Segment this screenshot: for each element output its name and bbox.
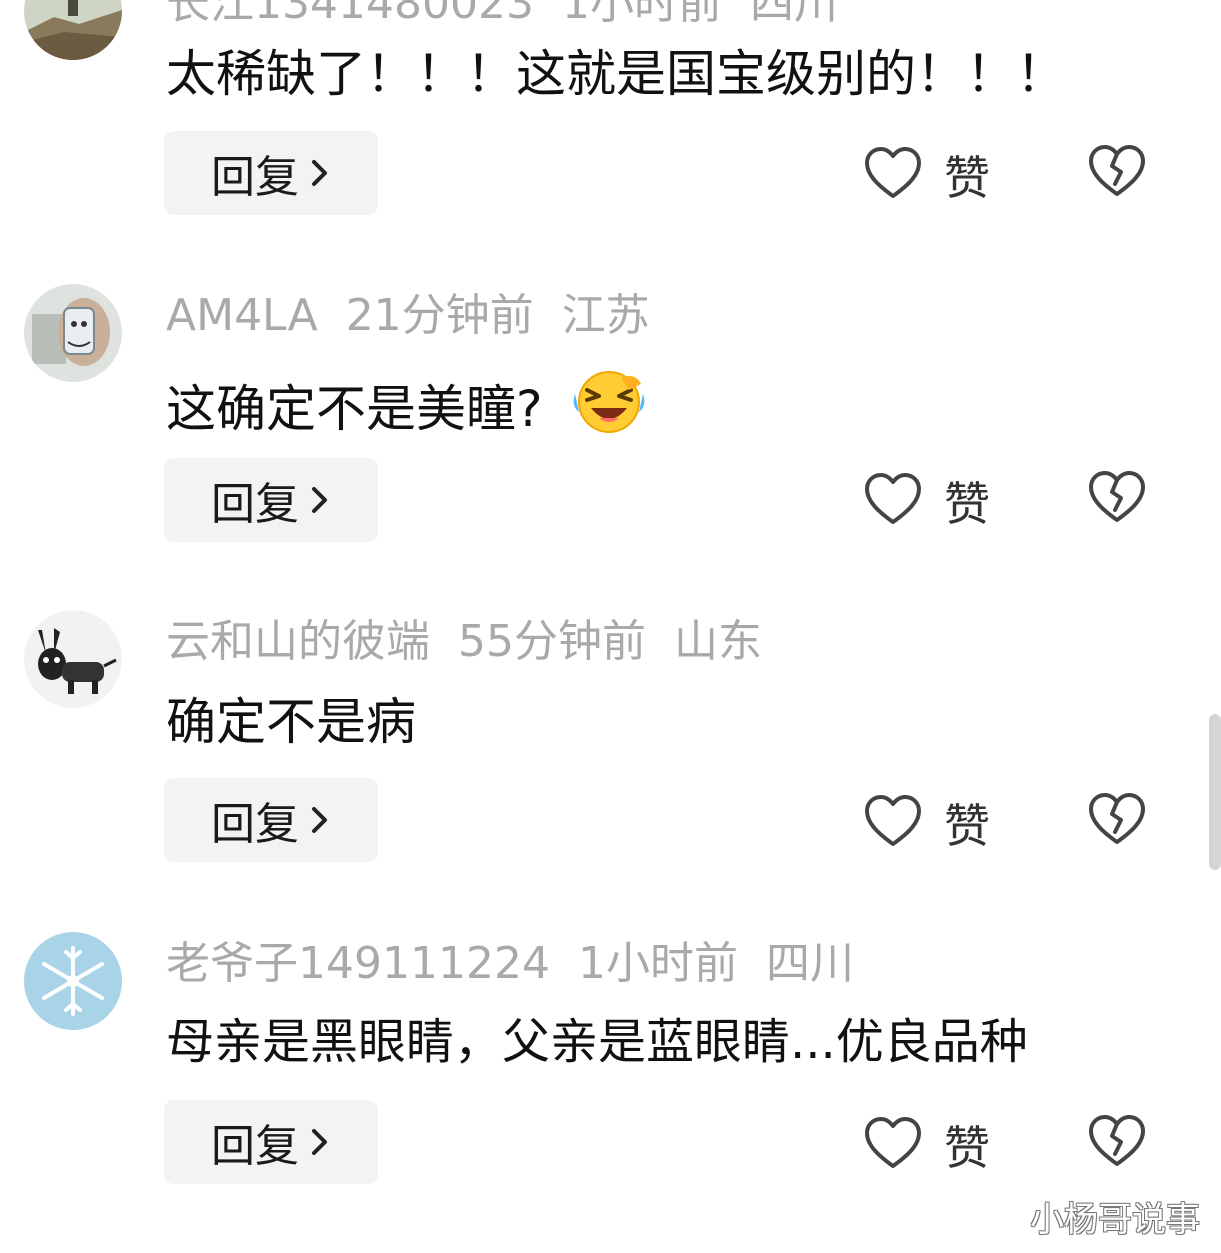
like-label: 赞 [944,1121,990,1175]
reply-button[interactable]: 回复 [164,778,378,862]
like-label: 赞 [944,151,990,205]
like-button[interactable]: 赞 [864,790,990,856]
watermark: 小杨哥说事 [1030,1200,1200,1240]
comment-time: 1小时前 [561,0,722,29]
reply-label: 回复 [211,799,299,850]
cartoon-avatar-icon [24,284,122,382]
comment-meta: 老爷子149111224 1小时前 四川 [166,936,882,992]
comment-text: 确定不是病 [166,693,416,751]
comment-text: 太稀缺了！！！这就是国宝级别的！！！ [166,45,1066,103]
snowflake-avatar-icon [24,932,122,1030]
reply-label: 回复 [211,152,299,203]
dislike-button[interactable] [1088,144,1146,202]
comment-text: 母亲是黑眼睛，父亲是蓝眼睛...优良品种 [166,1014,1028,1070]
comment-meta: AM4LA 21分钟前 江苏 [166,288,678,344]
comment-location: 四川 [765,938,854,989]
chevron-right-icon [309,475,331,526]
broken-heart-icon [1088,145,1146,202]
heart-icon [864,146,922,204]
dislike-button[interactable] [1088,792,1146,850]
comment-location: 四川 [749,0,838,29]
heart-icon [864,472,922,530]
reply-button[interactable]: 回复 [164,131,378,215]
comment-location: 山东 [674,616,762,667]
comment-time: 1小时前 [577,938,738,989]
comment-text: 这确定不是美瞳? [166,368,649,449]
avatar[interactable] [24,610,122,708]
heart-icon [864,1116,922,1174]
chevron-right-icon [309,795,331,846]
comment-text-body: 这确定不是美瞳? [166,379,543,438]
username[interactable]: 老爷子149111224 [166,938,550,989]
reply-label: 回复 [211,479,299,530]
donkey-avatar-icon [24,610,122,708]
heart-icon [864,794,922,852]
avatar[interactable] [24,284,122,382]
like-label: 赞 [944,799,990,853]
laughing-crying-emoji-icon [569,368,649,449]
chevron-right-icon [309,1117,331,1168]
reply-button[interactable]: 回复 [164,458,378,542]
chevron-right-icon [309,148,331,199]
reply-button[interactable]: 回复 [164,1100,378,1184]
comment-time: 21分钟前 [345,290,534,341]
broken-heart-icon [1088,1115,1146,1172]
comment-meta: 云和山的彼端 55分钟前 山东 [166,614,790,670]
comment-location: 江苏 [561,290,650,341]
like-button[interactable]: 赞 [864,1112,990,1178]
comment-meta: 长江1341480023 1小时前 四川 [166,0,866,32]
like-label: 赞 [944,477,990,531]
dislike-button[interactable] [1088,1114,1146,1172]
reply-label: 回复 [211,1121,299,1172]
scrollbar[interactable] [1209,714,1221,870]
mountain-hiker-avatar-icon [24,0,122,60]
username[interactable]: 长江1341480023 [166,0,534,29]
avatar[interactable] [24,932,122,1030]
broken-heart-icon [1088,793,1146,850]
username[interactable]: 云和山的彼端 [166,616,430,667]
broken-heart-icon [1088,471,1146,528]
dislike-button[interactable] [1088,470,1146,528]
avatar[interactable] [24,0,122,60]
comment-time: 55分钟前 [458,616,646,667]
like-button[interactable]: 赞 [864,468,990,534]
like-button[interactable]: 赞 [864,142,990,208]
username[interactable]: AM4LA [166,290,318,341]
